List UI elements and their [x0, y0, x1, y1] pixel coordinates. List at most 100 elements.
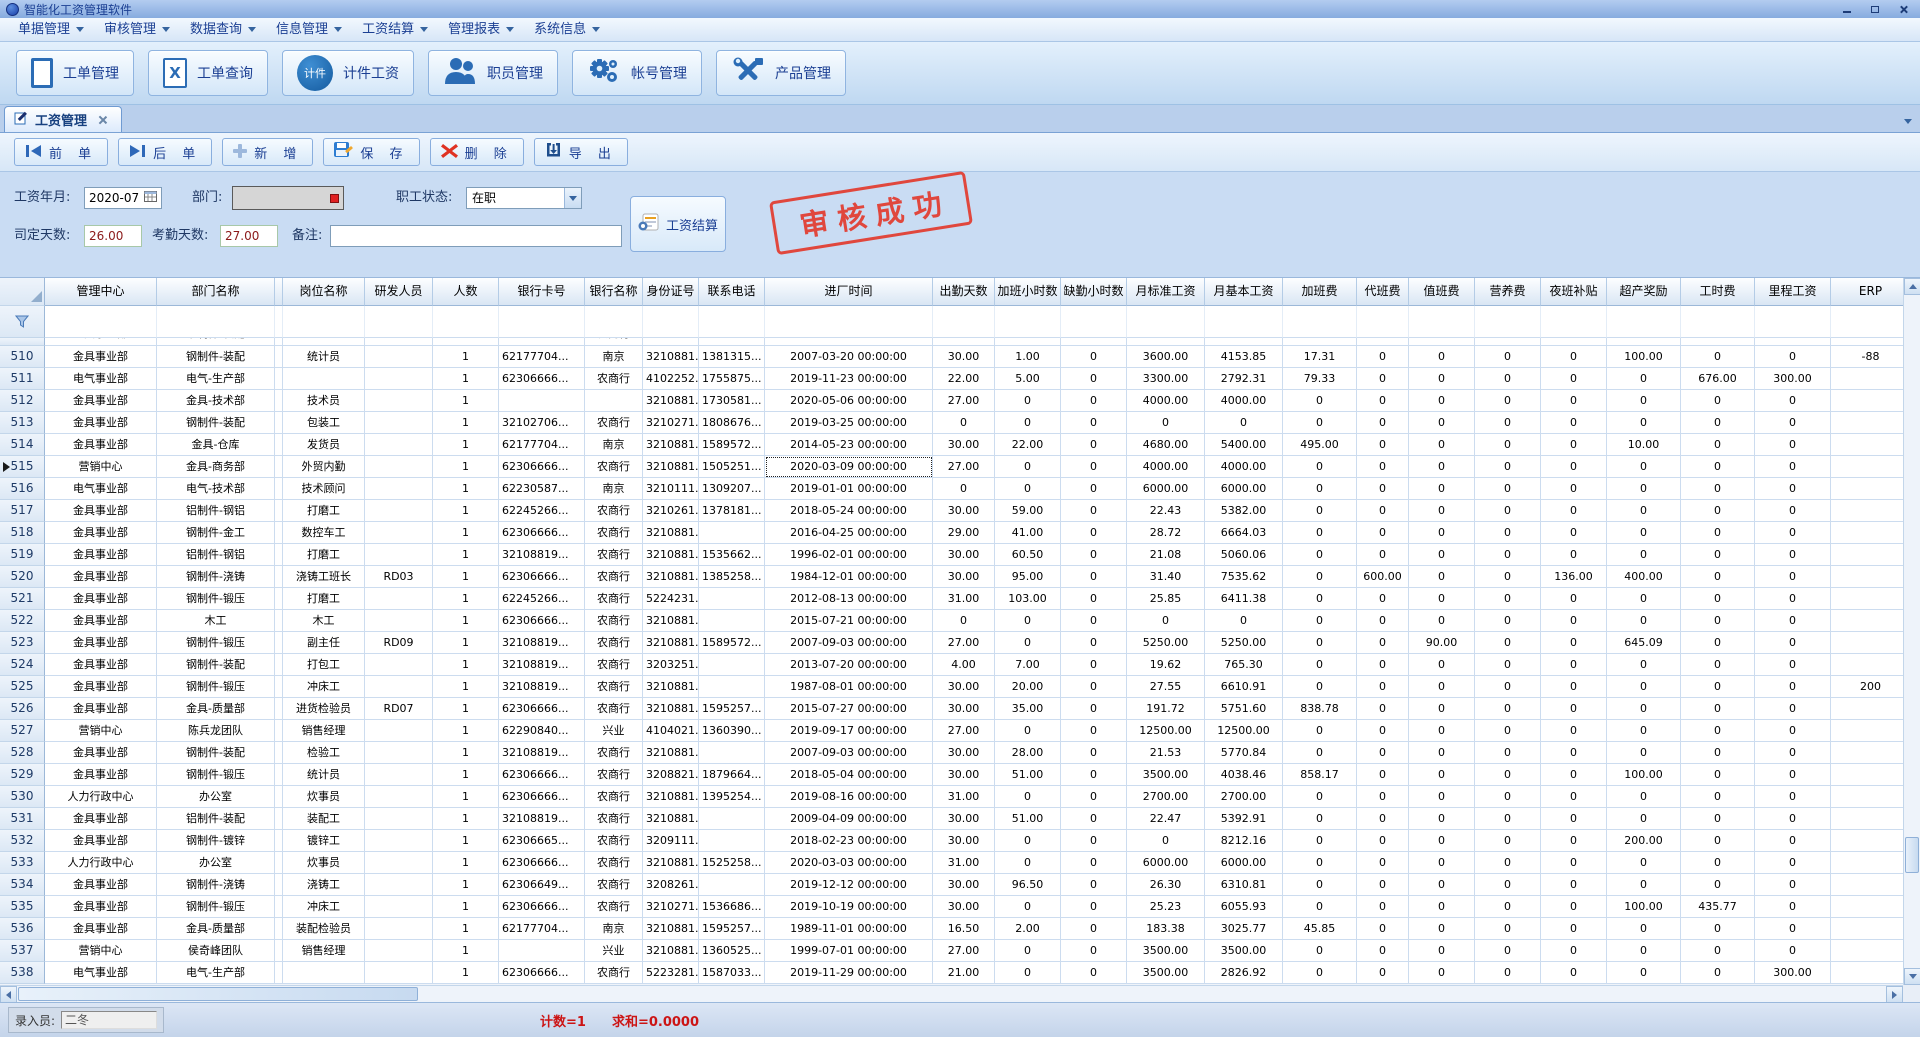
grid-cell[interactable]: 0 [1681, 632, 1755, 654]
grid-cell[interactable] [765, 338, 933, 346]
grid-cell[interactable]: 农商行 [585, 896, 643, 918]
grid-cell[interactable]: 数控车工 [283, 522, 365, 544]
column-header-夜班补贴[interactable]: 夜班补贴 [1541, 278, 1607, 306]
table-row[interactable]: 523金具事业部钢制件-锻压副主任RD09132108819...农商行3210… [0, 632, 1903, 654]
grid-cell[interactable] [1409, 338, 1475, 346]
grid-cell[interactable] [1831, 566, 1903, 588]
grid-cell[interactable]: 3209111... [643, 830, 699, 852]
menu-item-5[interactable]: 管理报表 [438, 18, 524, 42]
grid-cell[interactable]: 0 [1475, 786, 1541, 808]
grid-cell[interactable]: 电气事业部 [45, 962, 157, 984]
grid-cell[interactable]: 0 [1755, 588, 1831, 610]
grid-cell[interactable]: 3210881... [643, 676, 699, 698]
horizontal-scroll-thumb[interactable] [18, 987, 418, 1001]
column-header-月基本工资[interactable]: 月基本工资 [1205, 278, 1283, 306]
tab-salary-management[interactable]: 工资管理 [4, 106, 122, 132]
row-header-525[interactable]: 525 [0, 676, 45, 698]
grid-cell[interactable] [365, 346, 433, 368]
grid-cell[interactable]: 1 [433, 918, 499, 940]
grid-cell[interactable] [365, 610, 433, 632]
grid-cell[interactable]: 技术顾问 [283, 478, 365, 500]
row-header-537[interactable]: 537 [0, 940, 45, 962]
grid-cell[interactable]: 2.00 [995, 918, 1061, 940]
grid-cell[interactable]: 农商行 [585, 830, 643, 852]
grid-cell[interactable]: 钢制件-锻压 [157, 632, 275, 654]
grid-cell[interactable]: 1535662... [699, 544, 765, 566]
grid-cell[interactable]: 30.00 [933, 830, 995, 852]
grid-cell[interactable]: 0 [1061, 610, 1127, 632]
row-header-512[interactable]: 512 [0, 390, 45, 412]
grid-cell[interactable]: 3210261... [643, 500, 699, 522]
grid-cell[interactable]: 22.47 [1127, 808, 1205, 830]
row-header-527[interactable]: 527 [0, 720, 45, 742]
grid-cell[interactable]: 4680.00 [1127, 434, 1205, 456]
grid-cell[interactable]: 0 [1357, 456, 1409, 478]
grid-cell[interactable]: 钢制件-浇铸 [157, 566, 275, 588]
column-header-营养费[interactable]: 营养费 [1475, 278, 1541, 306]
grid-cell[interactable]: 金具事业部 [45, 896, 157, 918]
grid-cell[interactable]: 0 [1357, 434, 1409, 456]
grid-cell[interactable] [1831, 390, 1903, 412]
grid-cell[interactable]: 0 [1475, 962, 1541, 984]
grid-cell[interactable] [275, 764, 283, 786]
grid-cell[interactable]: 0 [1283, 522, 1357, 544]
grid-cell[interactable] [699, 338, 765, 346]
row-header-522[interactable]: 522 [0, 610, 45, 632]
grid-cell[interactable]: 农商行 [585, 764, 643, 786]
grid-cell[interactable] [275, 544, 283, 566]
grid-cell[interactable]: 17.31 [1283, 346, 1357, 368]
grid-cell[interactable]: 5223281... [643, 962, 699, 984]
grid-cell[interactable]: 0 [1283, 852, 1357, 874]
grid-cell[interactable]: 62306666... [499, 852, 585, 874]
grid-cell[interactable]: 钢制件-锻压 [157, 588, 275, 610]
grid-cell[interactable] [1283, 338, 1357, 346]
grid-cell[interactable]: 3210881... [643, 698, 699, 720]
grid-cell[interactable] [1831, 764, 1903, 786]
grid-cell[interactable] [275, 434, 283, 456]
grid-cell[interactable]: 办公室 [157, 852, 275, 874]
table-row[interactable]: 520金具事业部钢制件-浇铸浇铸工班长RD03162306666...农商行32… [0, 566, 1903, 588]
grid-cell[interactable]: 0 [1357, 610, 1409, 632]
grid-cell[interactable]: 冲床工 [283, 676, 365, 698]
scroll-up-icon[interactable] [1904, 278, 1920, 295]
grid-cell[interactable]: 0 [1541, 874, 1607, 896]
vertical-scroll-thumb[interactable] [1905, 837, 1919, 873]
grid-cell[interactable]: 5382.00 [1205, 500, 1283, 522]
next-record-button[interactable]: 后 单 [118, 138, 212, 166]
grid-cell[interactable]: 62177704... [499, 434, 585, 456]
grid-cell[interactable]: 1378181... [699, 500, 765, 522]
grid-cell[interactable]: 0 [1755, 940, 1831, 962]
grid-cell[interactable]: 32102706... [499, 412, 585, 434]
table-row[interactable]: 519金具事业部铝制件-钢铝打磨工132108819...农商行3210881.… [0, 544, 1903, 566]
grid-cell[interactable] [1831, 434, 1903, 456]
grid-cell[interactable] [1205, 338, 1283, 346]
grid-cell[interactable]: 0 [1409, 456, 1475, 478]
grid-cell[interactable]: 4.00 [933, 654, 995, 676]
grid-cell[interactable]: 1 [433, 434, 499, 456]
grid-cell[interactable]: 0 [1681, 720, 1755, 742]
grid-cell[interactable] [765, 306, 933, 338]
grid-cell[interactable]: 0 [1755, 610, 1831, 632]
grid-cell[interactable]: 0 [1681, 588, 1755, 610]
table-row[interactable]: 531金具事业部铝制件-装配装配工132108819...农商行3210881.… [0, 808, 1903, 830]
grid-cell[interactable] [365, 830, 433, 852]
grid-cell[interactable]: 0 [1681, 962, 1755, 984]
grid-cell[interactable]: 0 [1475, 412, 1541, 434]
grid-cell[interactable]: 0 [1607, 522, 1681, 544]
grid-cell[interactable]: 营销中心 [45, 720, 157, 742]
grid-cell[interactable]: 0 [1607, 368, 1681, 390]
grid-cell[interactable]: 铝制件-钢铝 [157, 500, 275, 522]
grid-cell[interactable]: 5400.00 [1205, 434, 1283, 456]
grid-cell[interactable]: 30.00 [933, 764, 995, 786]
delete-record-button[interactable]: 删 除 [430, 138, 524, 166]
menu-item-0[interactable]: 单据管理 [8, 18, 94, 42]
grid-cell[interactable]: 农商行 [585, 610, 643, 632]
grid-cell[interactable]: 2015-07-21 00:00:00 [765, 610, 933, 632]
grid-cell[interactable]: RD03 [365, 566, 433, 588]
grid-cell[interactable] [1755, 306, 1831, 338]
grid-cell[interactable] [933, 338, 995, 346]
grid-cell[interactable]: 1 [433, 478, 499, 500]
grid-cell[interactable]: 0 [1755, 544, 1831, 566]
grid-cell[interactable]: 5250.00 [1205, 632, 1283, 654]
grid-cell[interactable]: 1730581... [699, 390, 765, 412]
